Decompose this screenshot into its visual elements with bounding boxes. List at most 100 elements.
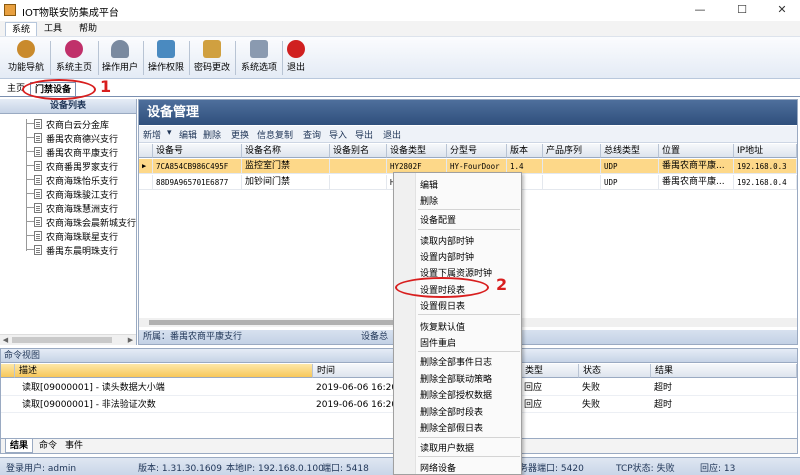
scroll-right-icon[interactable]: ▶ (125, 335, 136, 345)
status-reply: 回应: 13 (700, 464, 736, 474)
tree-item-label: 番禺农商德兴支行 (46, 135, 119, 145)
annotation-number-2: 2 (496, 275, 508, 294)
column-header[interactable]: 类型 (521, 364, 579, 378)
import-button[interactable]: 导入 (329, 128, 347, 141)
scroll-thumb[interactable] (149, 320, 399, 325)
query-button[interactable]: 查询 (303, 128, 321, 141)
password-button[interactable]: 密码更改 (192, 40, 232, 77)
menu-item-delete-auth[interactable]: 删除全部授权数据 (420, 388, 492, 401)
menu-item-delete-schedules[interactable]: 删除全部时段表 (420, 405, 483, 418)
column-header[interactable]: 描述 (15, 364, 313, 378)
menu-item-read-clock[interactable]: 读取内部时钟 (420, 234, 474, 247)
column-header[interactable]: 产品序列 (543, 144, 601, 158)
menu-item-delete-holidays[interactable]: 删除全部假日表 (420, 421, 483, 434)
column-header[interactable]: 状态 (579, 364, 651, 378)
delete-button[interactable]: 删除 (203, 128, 221, 141)
tree-item[interactable]: 农商海珠慧洲支行 (0, 201, 136, 215)
options-button[interactable]: 系统选项 (238, 40, 280, 77)
tree-item[interactable]: 农商白云分金库 (0, 117, 136, 131)
column-header[interactable]: 版本 (507, 144, 543, 158)
tree-horizontal-scrollbar[interactable]: ◀ ▶ (0, 334, 136, 345)
status-user: 登录用户: admin (6, 464, 77, 474)
users-button[interactable]: 操作用户 (100, 40, 140, 77)
document-icon (34, 231, 42, 241)
tree-item[interactable]: 农商海珠怡乐支行 (0, 173, 136, 187)
document-icon (34, 217, 42, 227)
tab-divider (0, 96, 800, 97)
menu-system[interactable]: 系统 (5, 22, 38, 36)
scroll-thumb[interactable] (12, 337, 112, 343)
menu-item-delete[interactable]: 删除 (420, 194, 438, 207)
menu-item-restore-default[interactable]: 恢复默认值 (420, 320, 465, 333)
cell: UDP (601, 175, 659, 190)
home-button[interactable]: 系统主页 (53, 40, 95, 77)
cell: 回应 (524, 400, 543, 410)
menu-item-delete-linkage[interactable]: 删除全部联动策略 (420, 372, 492, 385)
scroll-left-icon[interactable]: ◀ (0, 335, 11, 345)
tree-item-label: 农商海珠骏江支行 (46, 191, 119, 201)
tree-item[interactable]: 番禺东晨明珠支行 (0, 243, 136, 257)
column-header[interactable]: 位置 (659, 144, 734, 158)
cell: 监控室门禁 (242, 159, 330, 174)
column-header[interactable]: 设备类型 (387, 144, 447, 158)
maximize-button[interactable]: ☐ (722, 0, 762, 20)
menu-item-set-holiday[interactable]: 设置假日表 (420, 299, 465, 312)
replace-button[interactable]: 更换 (231, 128, 249, 141)
tree-item[interactable]: 农商番禺罗家支行 (0, 159, 136, 173)
nav-label: 功能导航 (7, 63, 44, 73)
exit-panel-button[interactable]: 退出 (383, 128, 401, 141)
user-icon (111, 40, 129, 58)
tree-item-label: 农商海珠慧洲支行 (46, 205, 119, 215)
column-header[interactable]: 设备号 (153, 144, 242, 158)
add-button[interactable]: 新增 (143, 128, 161, 141)
column-header[interactable]: 分型号 (447, 144, 507, 158)
tree-item-label: 农商海珠会晨新城支行 (46, 219, 136, 229)
menu-separator (418, 314, 520, 315)
permission-button[interactable]: 操作权限 (146, 40, 186, 77)
cell: UDP (601, 159, 659, 174)
column-header[interactable]: 设备别名 (330, 144, 387, 158)
tree-item[interactable]: 农商海珠联星支行 (0, 229, 136, 243)
column-header[interactable]: 设备名称 (242, 144, 330, 158)
main-toolbar: 功能导航 系统主页 操作用户 操作权限 密码更改 系统选项 退出 (0, 37, 800, 79)
nav-button[interactable]: 功能导航 (6, 40, 46, 77)
device-list-title: 设备列表 (0, 99, 136, 114)
status-local-ip: 本地IP: 192.168.0.100 (226, 464, 324, 474)
document-icon (34, 189, 42, 199)
tree-item-label: 农商白云分金库 (46, 121, 110, 131)
window-title: IOT物联安防集成平台 (22, 8, 119, 19)
menu-item-set-clock[interactable]: 设置内部时钟 (420, 250, 474, 263)
tools-icon (250, 40, 268, 58)
tab-events[interactable]: 事件 (61, 439, 87, 453)
menu-tools[interactable]: 工具 (38, 22, 68, 36)
menu-item-device-config[interactable]: 设备配置 (420, 213, 456, 226)
tree-item[interactable]: 农商海珠骏江支行 (0, 187, 136, 201)
column-header[interactable]: 总线类型 (601, 144, 659, 158)
close-button[interactable]: ✕ (762, 0, 800, 20)
tab-commands[interactable]: 命令 (35, 439, 61, 453)
menu-item-network-device[interactable]: 网络设备 (420, 461, 456, 474)
menu-item-edit[interactable]: 编辑 (420, 178, 438, 191)
menu-separator (418, 456, 520, 457)
export-button[interactable]: 导出 (355, 128, 373, 141)
tree-item[interactable]: 番禺农商德兴支行 (0, 131, 136, 145)
exit-button[interactable]: 退出 (285, 40, 307, 77)
tree-item-label: 农商海珠怡乐支行 (46, 177, 119, 187)
document-icon (34, 175, 42, 185)
toolbar-separator (50, 41, 51, 75)
edit-button[interactable]: 编辑 (179, 128, 197, 141)
tab-results[interactable]: 结果 (5, 439, 34, 453)
document-icon (34, 203, 42, 213)
add-dropdown-icon[interactable]: ▾ (167, 128, 172, 138)
column-header[interactable]: IP地址 (734, 144, 797, 158)
tree-item[interactable]: 农商海珠会晨新城支行 (0, 215, 136, 229)
minimize-button[interactable]: — (680, 0, 720, 20)
menu-item-delete-events[interactable]: 删除全部事件日志 (420, 355, 492, 368)
menu-item-read-users[interactable]: 读取用户数据 (420, 441, 474, 454)
tree-item[interactable]: 番禺农商平康支行 (0, 145, 136, 159)
menu-help[interactable]: 帮助 (73, 22, 103, 36)
column-header[interactable]: 结果 (651, 364, 797, 378)
menu-separator (418, 351, 520, 352)
menu-item-firmware-restart[interactable]: 固件重启 (420, 336, 456, 349)
copy-info-button[interactable]: 信息复制 (257, 128, 293, 141)
